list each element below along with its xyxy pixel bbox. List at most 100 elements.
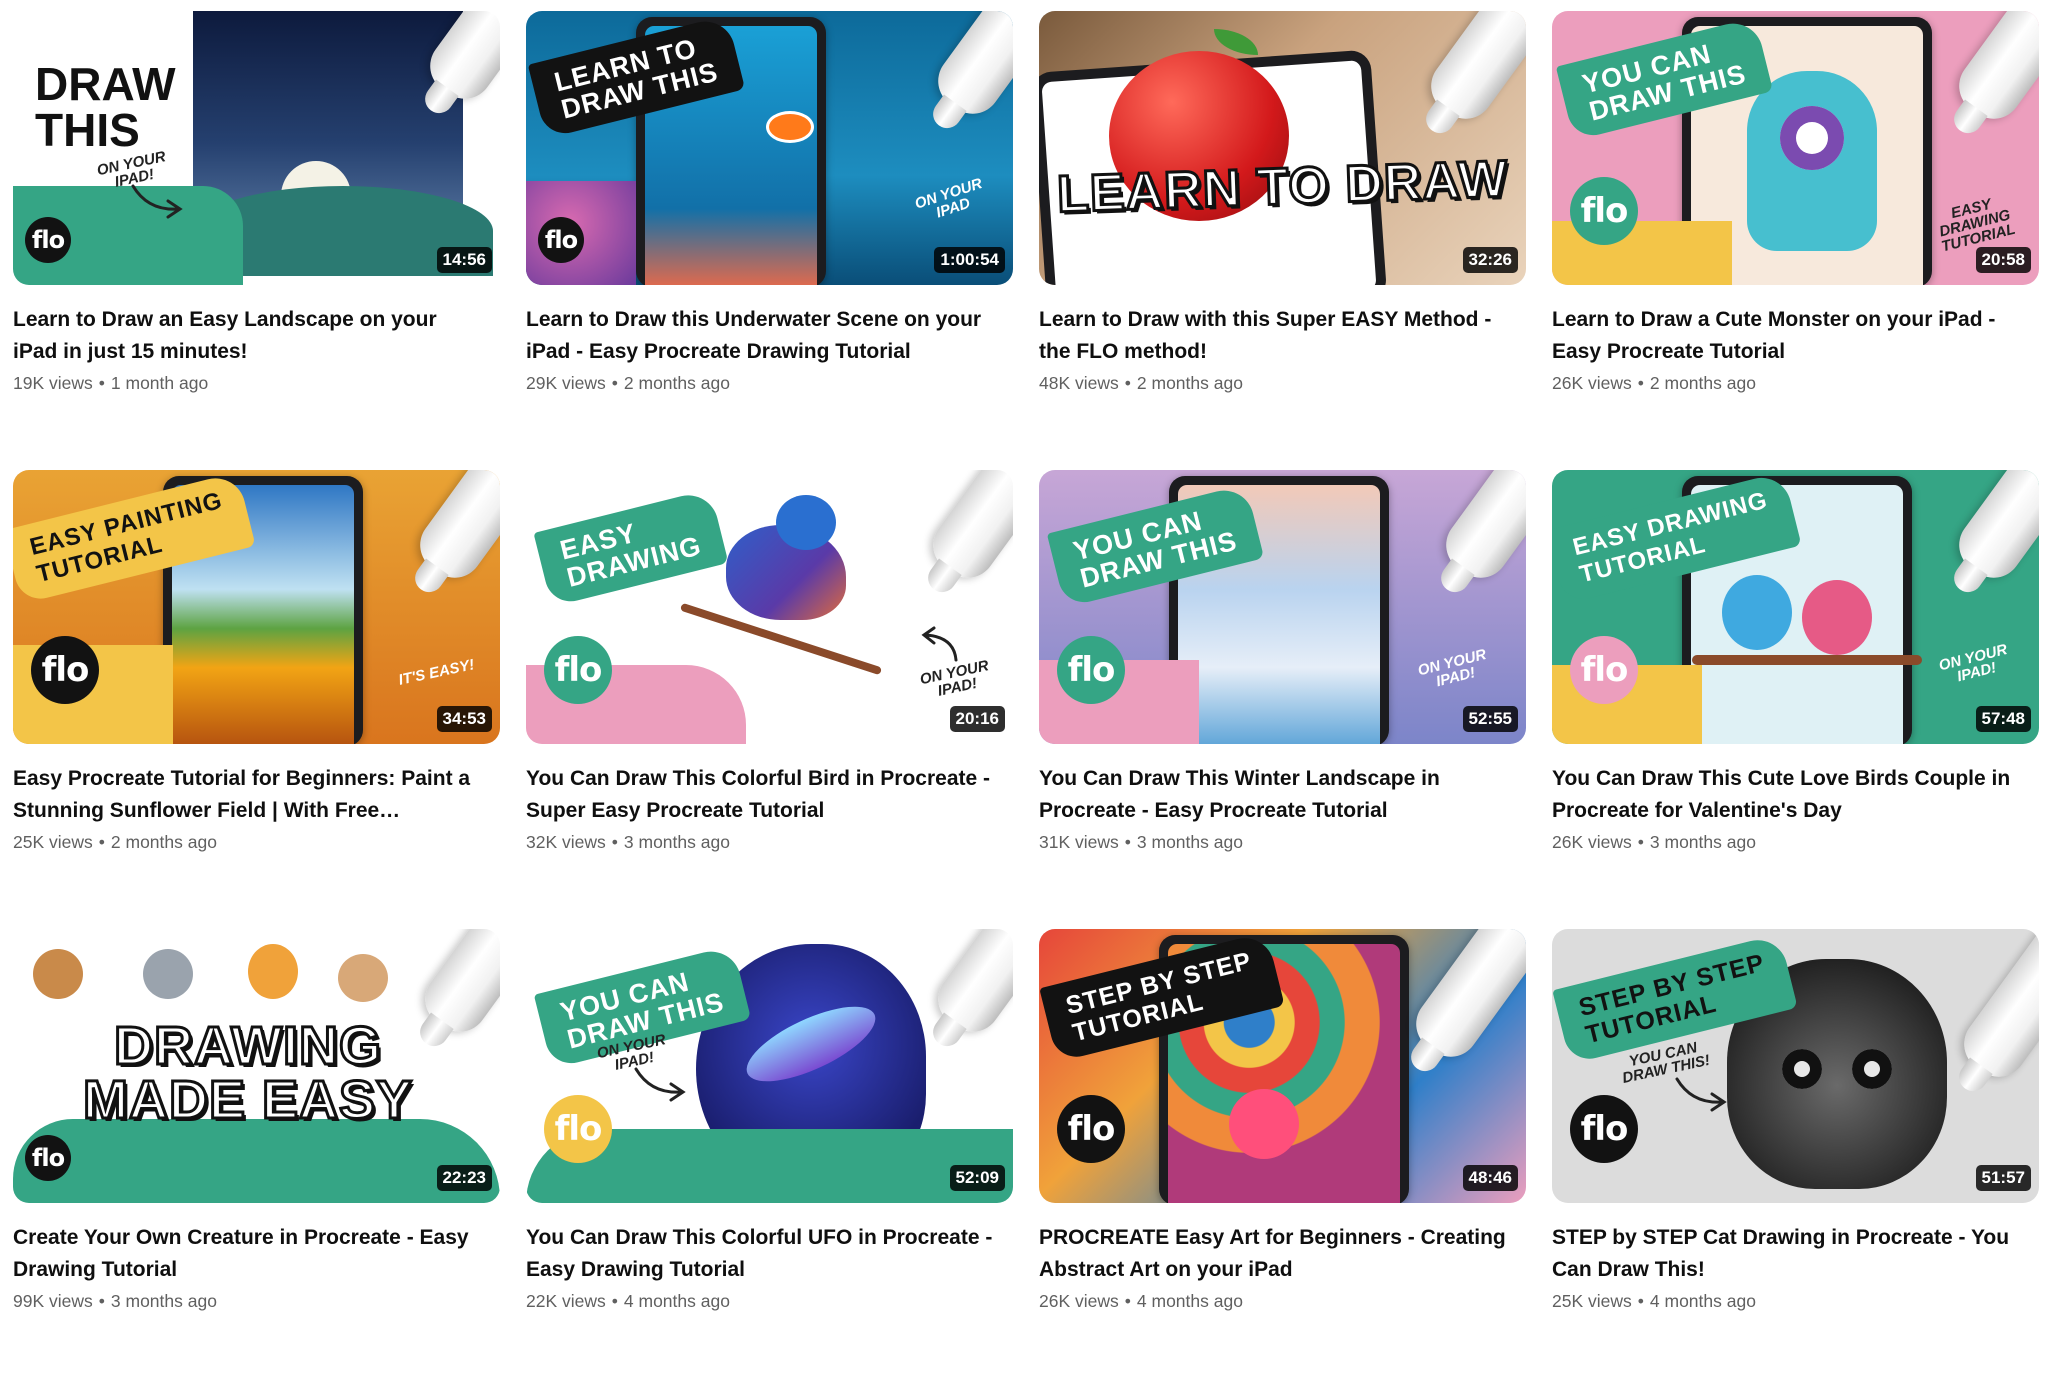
video-thumbnail[interactable]: STEP BY STEP TUTORiAL YOU CAN DRAW THiS!…: [1552, 929, 2039, 1203]
stylus-pen-icon: [922, 470, 1013, 589]
video-card[interactable]: EASY DRAWiNG ON YOUR iPAD! flo 20:16 You…: [526, 470, 1013, 929]
view-count: 26K views: [1552, 373, 1632, 393]
video-card[interactable]: STEP BY STEP TUTORiAL YOU CAN DRAW THiS!…: [1552, 929, 2039, 1388]
thumbnail-note: ON YOUR iPAD!: [1937, 641, 2009, 686]
upload-age: 2 months ago: [623, 373, 730, 393]
video-card[interactable]: LEARN TO DRAW THIS ON YOUR iPAD flo 1:00…: [526, 11, 1013, 470]
thumbnail-text: DRAWiNG MADE EASY: [81, 1016, 414, 1130]
arrow-icon: [131, 184, 183, 219]
stylus-pen-icon: [414, 929, 500, 1043]
video-meta: 29K views • 2 months ago: [526, 373, 730, 393]
view-count: 26K views: [1039, 1291, 1119, 1311]
video-card[interactable]: YOU CAN DRAW THIS ON YOUR iPAD! flo 52:5…: [1039, 470, 1526, 929]
upload-age: 2 months ago: [1136, 373, 1243, 393]
video-duration: 34:53: [436, 706, 492, 732]
video-duration: 1:00:54: [934, 247, 1005, 273]
view-count: 99K views: [13, 1291, 93, 1311]
video-title[interactable]: Create Your Own Creature in Procreate - …: [13, 1222, 483, 1286]
thumbnail-note: EASY DRAWING TUTORIAL: [1937, 195, 2018, 256]
upload-age: 2 months ago: [110, 832, 217, 852]
flo-logo-icon: flo: [1570, 636, 1638, 704]
video-grid: DRAW THIS ON YOUR iPAD! flo 14:56 Learn …: [13, 11, 2039, 1388]
video-meta: 25K views • 4 months ago: [1552, 1291, 1756, 1311]
thumbnail-banner: EASY DRAWiNG: [533, 489, 728, 607]
video-title[interactable]: Learn to Draw with this Super EASY Metho…: [1039, 304, 1509, 368]
flo-logo-icon: flo: [544, 1095, 612, 1163]
stylus-pen-icon: [1420, 11, 1526, 130]
video-thumbnail[interactable]: LEARN TO DRAW 32:26: [1039, 11, 1526, 285]
video-meta: 32K views • 3 months ago: [526, 832, 730, 852]
video-duration: 20:16: [949, 706, 1005, 732]
video-card[interactable]: EASY PAINTING TUTORIAL iT'S EASY! flo 34…: [13, 470, 500, 929]
video-meta: 26K views • 2 months ago: [1552, 373, 1756, 393]
video-thumbnail[interactable]: EASY PAINTING TUTORIAL iT'S EASY! flo 34…: [13, 470, 500, 744]
arrow-icon: [921, 626, 958, 662]
video-meta: 31K views • 3 months ago: [1039, 832, 1243, 852]
video-meta: 25K views • 2 months ago: [13, 832, 217, 852]
video-duration: 32:26: [1462, 247, 1518, 273]
video-meta: 22K views • 4 months ago: [526, 1291, 730, 1311]
video-title[interactable]: Learn to Draw an Easy Landscape on your …: [13, 304, 483, 368]
view-count: 26K views: [1552, 832, 1632, 852]
video-title[interactable]: PROCREATE Easy Art for Beginners - Creat…: [1039, 1222, 1509, 1286]
video-title[interactable]: Learn to Draw this Underwater Scene on y…: [526, 304, 996, 368]
stylus-pen-icon: [1435, 470, 1526, 589]
flo-logo-icon: flo: [31, 636, 99, 704]
view-count: 22K views: [526, 1291, 606, 1311]
video-title[interactable]: You Can Draw This Colorful Bird in Procr…: [526, 763, 996, 827]
video-title[interactable]: You Can Draw This Cute Love Birds Couple…: [1552, 763, 2022, 827]
upload-age: 3 months ago: [1649, 832, 1756, 852]
view-count: 31K views: [1039, 832, 1119, 852]
flo-logo-icon: flo: [1057, 636, 1125, 704]
stylus-pen-icon: [409, 470, 500, 589]
flo-logo-icon: flo: [1057, 1095, 1125, 1163]
video-thumbnail[interactable]: EASY DRAWiNG TUTORIAL ON YOUR iPAD! flo …: [1552, 470, 2039, 744]
video-card[interactable]: DRAW THIS ON YOUR iPAD! flo 14:56 Learn …: [13, 11, 500, 470]
thumbnail-text: LEARN TO DRAW: [1055, 149, 1511, 226]
thumbnail-note: ON YOUR iPAD: [912, 175, 985, 222]
video-thumbnail[interactable]: DRAW THIS ON YOUR iPAD! flo 14:56: [13, 11, 500, 285]
video-duration: 48:46: [1462, 1165, 1518, 1191]
flo-logo-icon: flo: [25, 1135, 71, 1181]
flo-logo-icon: flo: [1570, 177, 1638, 245]
stylus-pen-icon: [1948, 470, 2039, 589]
video-card[interactable]: EASY DRAWiNG TUTORIAL ON YOUR iPAD! flo …: [1552, 470, 2039, 929]
view-count: 29K views: [526, 373, 606, 393]
video-title[interactable]: You Can Draw This Colorful UFO in Procre…: [526, 1222, 996, 1286]
video-title[interactable]: STEP by STEP Cat Drawing in Procreate - …: [1552, 1222, 2022, 1286]
video-card[interactable]: LEARN TO DRAW 32:26 Learn to Draw with t…: [1039, 11, 1526, 470]
flo-logo-icon: flo: [544, 636, 612, 704]
video-thumbnail[interactable]: YOU CAN DRAW THIS ON YOUR iPAD! flo 52:5…: [1039, 470, 1526, 744]
video-card[interactable]: YOU CAN DRAW THIS ON YOUR iPAD! flo 52:0…: [526, 929, 1013, 1388]
video-card[interactable]: DRAWiNG MADE EASY flo 22:23 Create Your …: [13, 929, 500, 1388]
video-thumbnail[interactable]: EASY DRAWiNG ON YOUR iPAD! flo 20:16: [526, 470, 1013, 744]
video-thumbnail[interactable]: LEARN TO DRAW THIS ON YOUR iPAD flo 1:00…: [526, 11, 1013, 285]
upload-age: 4 months ago: [1136, 1291, 1243, 1311]
video-meta: 26K views • 3 months ago: [1552, 832, 1756, 852]
thumbnail-text: DRAW THIS: [35, 58, 176, 156]
video-card[interactable]: YOU CAN DRAW THIS EASY DRAWING TUTORIAL …: [1552, 11, 2039, 470]
video-meta: 19K views • 1 month ago: [13, 373, 209, 393]
video-card[interactable]: STEP BY STEP TUTORiAL flo 48:46 PROCREAT…: [1039, 929, 1526, 1388]
video-thumbnail[interactable]: YOU CAN DRAW THIS EASY DRAWING TUTORIAL …: [1552, 11, 2039, 285]
video-title[interactable]: Learn to Draw a Cute Monster on your iPa…: [1552, 304, 2022, 368]
upload-age: 1 month ago: [110, 373, 209, 393]
upload-age: 3 months ago: [623, 832, 730, 852]
video-duration: 52:09: [949, 1165, 1005, 1191]
flo-logo-icon: flo: [538, 217, 584, 263]
stylus-pen-icon: [1405, 929, 1526, 1068]
upload-age: 4 months ago: [623, 1291, 730, 1311]
video-meta: 99K views • 3 months ago: [13, 1291, 217, 1311]
video-title[interactable]: Easy Procreate Tutorial for Beginners: P…: [13, 763, 483, 827]
view-count: 19K views: [13, 373, 93, 393]
stylus-pen-icon: [927, 11, 1013, 125]
video-thumbnail[interactable]: STEP BY STEP TUTORiAL flo 48:46: [1039, 929, 1526, 1203]
video-title[interactable]: You Can Draw This Winter Landscape in Pr…: [1039, 763, 1509, 827]
arrow-icon: [1675, 1077, 1727, 1112]
video-thumbnail[interactable]: YOU CAN DRAW THIS ON YOUR iPAD! flo 52:0…: [526, 929, 1013, 1203]
video-thumbnail[interactable]: DRAWiNG MADE EASY flo 22:23: [13, 929, 500, 1203]
thumbnail-note: iT'S EASY!: [397, 656, 476, 689]
flo-logo-icon: flo: [25, 217, 71, 263]
thumbnail-note: ON YOUR iPAD!: [1416, 646, 1488, 691]
video-meta: 26K views • 4 months ago: [1039, 1291, 1243, 1311]
